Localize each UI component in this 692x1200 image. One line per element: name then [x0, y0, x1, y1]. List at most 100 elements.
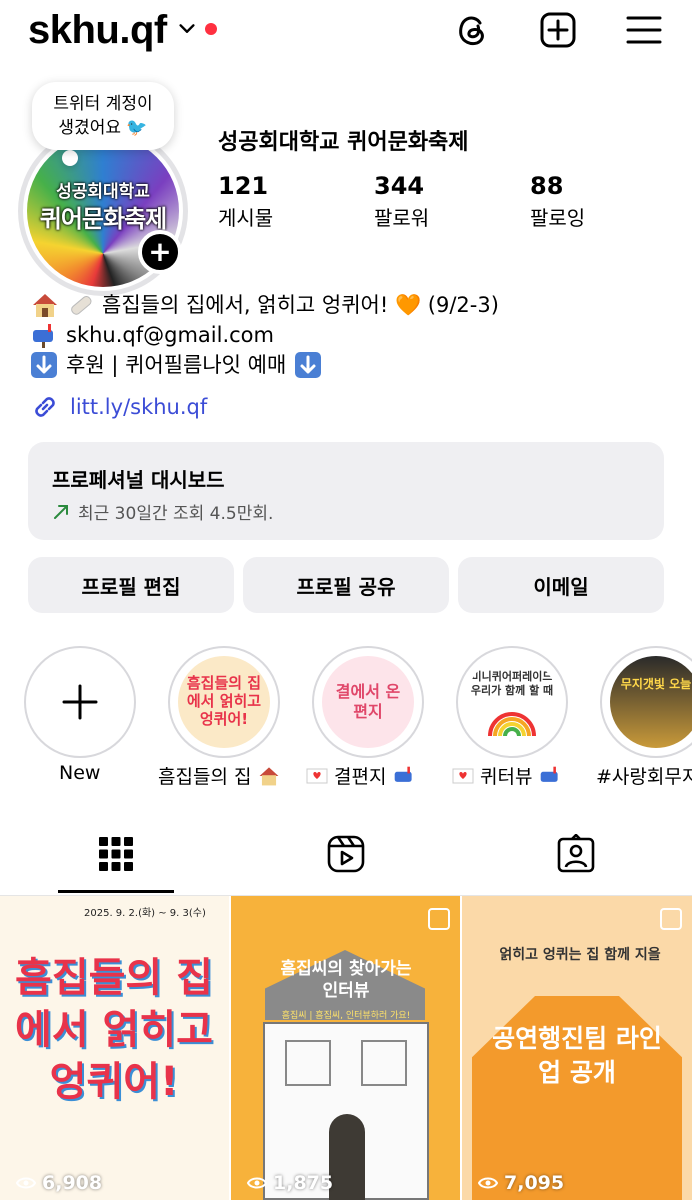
stat-following-label: 팔로잉 [530, 206, 586, 230]
eye-icon [478, 1177, 498, 1189]
content-tabs [0, 820, 692, 896]
post-3-views: 7,095 [478, 1172, 564, 1194]
stat-posts[interactable]: 121 게시물 [218, 172, 273, 231]
bandage-icon [71, 296, 92, 315]
profile-link-text[interactable]: litt.ly/skhu.qf [70, 395, 207, 419]
post-2-door [329, 1114, 365, 1200]
post-2-views: 1,875 [247, 1172, 333, 1194]
highlight-label-2: 결편지 [306, 762, 416, 789]
profile-note[interactable]: 트위터 계정이 생겼어요 🐦 [32, 82, 174, 150]
post-3-views-count: 7,095 [504, 1172, 565, 1194]
stat-posts-label: 게시물 [218, 206, 274, 230]
chevron-down-icon[interactable] [176, 18, 198, 40]
highlight-1[interactable]: 흠집들의 집에서 얽히고 엉퀴어! [168, 646, 280, 758]
share-profile-button[interactable]: 프로필 공유 [243, 557, 449, 613]
highlight-3[interactable]: 미니퀴어퍼레이드 우리가 함께 할 때 [456, 646, 568, 758]
highlight-3-cover-text: 미니퀴어퍼레이드 우리가 함께 할 때 [470, 670, 554, 697]
highlight-4-cover: 무지갯빛 오늘 [610, 656, 692, 748]
highlight-2-cover: 결에서 온 편지 [322, 656, 414, 748]
highlight-2-cover-text: 결에서 온 편지 [335, 682, 401, 721]
mailbox-icon [33, 324, 53, 348]
highlight-2[interactable]: 결에서 온 편지 [312, 646, 424, 758]
stat-followers-label: 팔로워 [374, 206, 430, 230]
post-1-title: 흠집들의 집에서 얽히고 엉퀴어! [15, 955, 213, 1105]
highlight-1-cover: 흠집들의 집에서 얽히고 엉퀴어! [178, 656, 270, 748]
stat-following-value: 88 [530, 172, 564, 200]
carousel-icon [428, 908, 450, 930]
post-tile-1[interactable]: 2025. 9. 2.(화) ~ 9. 3(수) 흠집들의 집에서 얽히고 엉퀴… [0, 896, 229, 1200]
post-2-window-right [361, 1040, 407, 1086]
bio: 흠집들의 집에서, 얽히고 엉퀴어! 🧡 (9/2-3) skhu.qf@gma… [30, 290, 499, 380]
username[interactable]: skhu.qf [28, 8, 167, 53]
dashboard-subtitle-row: 최근 30일간 조회 4.5만회. [52, 499, 640, 524]
post-1-views: 6,908 [16, 1172, 102, 1194]
post-2-subtitle: 흠집씨 | 흠집씨, 인터뷰하러 가요! [281, 1011, 411, 1021]
house-icon [260, 766, 279, 785]
professional-dashboard[interactable]: 프로페셔널 대시보드 최근 30일간 조회 4.5만회. [28, 442, 664, 540]
plus-icon [62, 684, 98, 720]
avatar-text-line2: 퀴어문화축제 [39, 205, 167, 233]
trend-up-icon [54, 504, 68, 519]
highlight-label-3: 퀴터뷰 [452, 762, 562, 789]
eye-icon [16, 1177, 36, 1189]
bio-email[interactable]: skhu.qf@gmail.com [66, 320, 274, 350]
mailbox-icon [395, 766, 413, 782]
add-story-button[interactable]: + [138, 230, 182, 274]
top-bar: skhu.qf [0, 0, 692, 64]
post-tile-3[interactable]: 얽히고 엉퀴는 집 함께 지을 공연행진팀 라인업 공개 7,095 [462, 896, 692, 1200]
eye-icon [247, 1177, 267, 1189]
dashboard-title: 프로페셔널 대시보드 [52, 468, 225, 492]
stat-followers-value: 344 [374, 172, 425, 200]
post-tile-2[interactable]: 흠집씨의 찾아가는 인터뷰 흠집씨 | 흠집씨, 인터뷰하러 가요! 1,875 [231, 896, 460, 1200]
reels-tab-icon[interactable] [326, 834, 366, 874]
bio-text-3: 후원 | 퀴어필름나잇 예매 [66, 353, 287, 377]
bio-line-2: skhu.qf@gmail.com [30, 320, 499, 350]
post-3-header: 얽히고 엉퀴는 집 함께 지을 [499, 947, 661, 963]
stat-posts-value: 121 [218, 172, 269, 200]
bio-line-1: 흠집들의 집에서, 얽히고 엉퀴어! 🧡 (9/2-3) [30, 290, 499, 320]
stat-following[interactable]: 88 팔로잉 [530, 172, 585, 231]
post-3-title: 공연행진팀 라인업 공개 [492, 1024, 662, 1087]
highlight-3-cover: 미니퀴어퍼레이드 우리가 함께 할 때 [466, 656, 558, 748]
post-1-date: 2025. 9. 2.(화) ~ 9. 3(수) [84, 908, 206, 919]
down-arrow-icon [31, 352, 57, 378]
post-1-views-count: 6,908 [42, 1172, 103, 1194]
highlight-4-label: #사랑회무지 [596, 766, 692, 788]
edit-profile-button[interactable]: 프로필 편집 [28, 557, 234, 613]
mailbox-icon [541, 766, 559, 782]
highlight-1-cover-text: 흠집들의 집에서 얽히고 엉퀴어! [186, 674, 262, 728]
notification-dot [205, 23, 217, 35]
menu-icon[interactable] [624, 10, 664, 50]
highlight-4[interactable]: 무지갯빛 오늘 [600, 646, 692, 758]
profile-link[interactable]: litt.ly/skhu.qf [30, 392, 207, 422]
active-tab-indicator [58, 890, 174, 893]
love-letter-icon [306, 768, 328, 783]
highlight-label-1: 흠집들의 집 [158, 762, 281, 789]
highlight-2-label: 결편지 [334, 766, 387, 788]
dashboard-subtitle: 최근 30일간 조회 4.5만회. [78, 504, 274, 524]
post-2-window-left [285, 1040, 331, 1086]
post-2-title: 흠집씨의 찾아가는 인터뷰 [280, 959, 412, 1001]
rainbow-icon [488, 712, 536, 737]
grid-tab-icon[interactable] [96, 834, 136, 874]
email-button[interactable]: 이메일 [458, 557, 664, 613]
bio-text-1: 흠집들의 집에서, 얽히고 엉퀴어! 🧡 (9/2-3) [102, 293, 499, 317]
tagged-tab-icon[interactable] [556, 834, 596, 874]
stat-followers[interactable]: 344 팔로워 [374, 172, 429, 231]
house-icon [33, 294, 57, 317]
full-name: 성공회대학교 퀴어문화축제 [218, 130, 469, 155]
new-highlight-button[interactable] [24, 646, 136, 758]
highlight-1-label: 흠집들의 집 [158, 766, 252, 788]
highlight-3-label: 퀴터뷰 [480, 766, 533, 788]
carousel-icon [660, 908, 682, 930]
posts-grid: 2025. 9. 2.(화) ~ 9. 3(수) 흠집들의 집에서 얽히고 엉퀴… [0, 896, 692, 1200]
threads-icon[interactable] [452, 10, 492, 50]
highlight-4-cover-text: 무지갯빛 오늘 [620, 677, 692, 691]
love-letter-icon [452, 768, 474, 783]
add-post-icon[interactable] [538, 10, 578, 50]
bio-line-3: 후원 | 퀴어필름나잇 예매 [30, 350, 499, 380]
down-arrow-icon [295, 352, 322, 378]
post-2-views-count: 1,875 [273, 1172, 334, 1194]
highlight-label-new: New [59, 762, 101, 784]
note-tail [62, 150, 78, 166]
